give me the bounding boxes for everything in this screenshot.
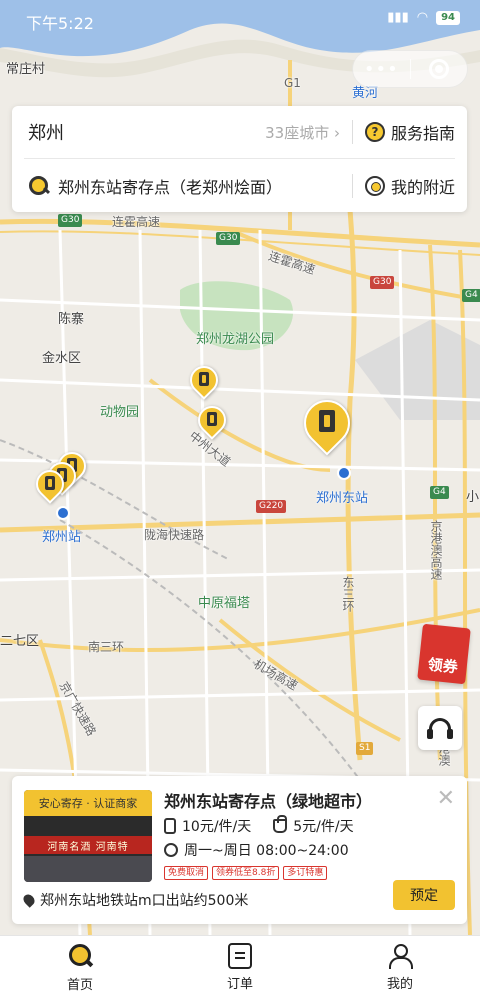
store-address: 郑州东站地铁站m口出站约500米 bbox=[21, 890, 249, 910]
suitcase-icon bbox=[164, 818, 176, 834]
subway-station-icon bbox=[56, 506, 70, 520]
luggage-icon bbox=[319, 410, 335, 432]
search-card: 郑州 33座城市 › ? 服务指南 郑州东站寄存点（老郑州烩面） 我的附近 bbox=[12, 106, 467, 212]
bag-icon bbox=[273, 815, 288, 833]
miniprogram-capsule: ••• bbox=[352, 50, 468, 88]
close-miniprogram-button[interactable] bbox=[410, 59, 467, 79]
store-address-label: 郑州东站地铁站m口出站约500米 bbox=[40, 893, 249, 909]
storage-pin[interactable] bbox=[184, 360, 224, 402]
shield-g30c: G30 bbox=[370, 276, 395, 289]
map-label-nansan: 南三环 bbox=[88, 640, 125, 654]
tab-bar: 首页 订单 我的 bbox=[0, 935, 480, 999]
badge-list: 免费取消 领券低至8.8折 多订特惠 bbox=[164, 866, 328, 880]
price-bag-label: 5元/件/天 bbox=[293, 819, 354, 835]
price-luggage-label: 10元/件/天 bbox=[182, 819, 252, 835]
coupon-label: 领券 bbox=[426, 655, 459, 677]
search-icon bbox=[28, 175, 50, 197]
shield-g30a: G30 bbox=[58, 214, 83, 227]
map-label-zoo: 动物园 bbox=[100, 405, 140, 420]
shield-g4b: G4 bbox=[430, 486, 449, 499]
more-menu-button[interactable]: ••• bbox=[353, 59, 410, 80]
store-name: 郑州东站寄存点（绿地超市） bbox=[164, 792, 373, 811]
coupon-button[interactable]: 领券 bbox=[417, 623, 471, 685]
tab-me-label: 我的 bbox=[386, 977, 413, 992]
divider bbox=[351, 120, 353, 144]
chevron-right-icon: › bbox=[333, 123, 340, 142]
store-floor bbox=[24, 856, 152, 882]
price-luggage: 10元/件/天 bbox=[164, 816, 251, 836]
order-icon bbox=[228, 943, 252, 969]
city-name[interactable]: 郑州 bbox=[28, 119, 265, 145]
map-label-longhai: 陇海快速路 bbox=[144, 528, 205, 542]
tab-home[interactable]: 首页 bbox=[0, 936, 160, 999]
store-sign: 河南名酒 河南特 bbox=[24, 836, 152, 854]
map-label-chenzhai: 陈寨 bbox=[58, 312, 85, 327]
search-row: 郑州东站寄存点（老郑州烩面） 我的附近 bbox=[24, 159, 455, 212]
map-label-erqi: 二七区 bbox=[0, 634, 40, 649]
customer-service-button[interactable] bbox=[418, 706, 462, 750]
nearby-button[interactable]: 我的附近 bbox=[364, 174, 455, 198]
book-button[interactable]: 预定 bbox=[393, 880, 455, 910]
status-time: 下午5:22 bbox=[26, 14, 94, 33]
luggage-icon bbox=[199, 372, 209, 386]
map-label-g1: G1 bbox=[284, 76, 301, 90]
map-label-zhengzhou-station: 郑州站 bbox=[42, 530, 82, 545]
storage-pin[interactable] bbox=[30, 464, 70, 506]
badge-free-cancel: 免费取消 bbox=[164, 866, 209, 880]
badge-coupon: 领券低至8.8折 bbox=[212, 866, 280, 880]
battery-icon: 94 bbox=[436, 10, 460, 25]
map-label-xiao: 小 bbox=[466, 490, 480, 505]
map-label-jinshui: 金水区 bbox=[42, 351, 82, 366]
status-bar: 下午5:22 ▮▮▮ ◠ 94 bbox=[0, 0, 480, 40]
city-row: 郑州 33座城市 › ? 服务指南 bbox=[24, 106, 455, 159]
price-bag: 5元/件/天 bbox=[273, 815, 354, 836]
storage-pin-selected[interactable] bbox=[294, 390, 360, 462]
location-icon bbox=[21, 892, 37, 908]
search-icon bbox=[66, 942, 94, 970]
locate-icon bbox=[364, 175, 385, 196]
map-label-longhu: 郑州龙湖公园 bbox=[196, 332, 275, 347]
shield-g4a: G4 bbox=[462, 289, 480, 302]
store-photo: 安心寄存 · 认证商家 河南名酒 河南特 bbox=[24, 790, 152, 882]
city-count-label: 33座城市 bbox=[265, 123, 330, 142]
signal-icon: ▮▮▮ bbox=[387, 10, 409, 25]
tab-orders[interactable]: 订单 bbox=[160, 936, 320, 999]
store-hours-label: 周一~周日 08:00~24:00 bbox=[184, 843, 349, 859]
headset-icon bbox=[427, 718, 453, 739]
store-card[interactable]: 安心寄存 · 认证商家 河南名酒 河南特 郑州东站寄存点（绿地超市） ✕ 10元… bbox=[12, 776, 467, 924]
map-label-dongsan: 东三环 bbox=[341, 576, 355, 612]
storage-pin[interactable] bbox=[192, 400, 232, 442]
nearby-label: 我的附近 bbox=[390, 177, 455, 197]
wifi-icon: ◠ bbox=[416, 10, 429, 25]
store-tag: 安心寄存 · 认证商家 bbox=[24, 790, 152, 816]
service-guide-button[interactable]: ? 服务指南 bbox=[364, 120, 455, 144]
question-icon: ? bbox=[364, 122, 385, 142]
tab-me[interactable]: 我的 bbox=[320, 936, 480, 999]
store-hours: 周一~周日 08:00~24:00 bbox=[164, 840, 349, 860]
service-guide-label: 服务指南 bbox=[390, 124, 455, 143]
map-label-lianhuo: 连霍高速 bbox=[112, 215, 161, 229]
subway-station-icon bbox=[337, 466, 351, 480]
close-icon[interactable]: ✕ bbox=[437, 786, 455, 811]
search-input[interactable]: 郑州东站寄存点（老郑州烩面） bbox=[58, 174, 352, 198]
city-count-link[interactable]: 33座城市 › bbox=[265, 122, 340, 143]
map-label-changzhuang: 常庄村 bbox=[6, 62, 46, 77]
shield-g220: G220 bbox=[256, 500, 287, 513]
map-label-jinggang: 京港澳高速 bbox=[429, 520, 443, 580]
shield-g30b: G30 bbox=[216, 232, 241, 245]
luggage-icon bbox=[207, 412, 217, 426]
map-label-dongzhan: 郑州东站 bbox=[316, 491, 369, 506]
map-label-fuda: 中原福塔 bbox=[198, 596, 251, 611]
status-icons: ▮▮▮ ◠ 94 bbox=[387, 10, 460, 25]
divider bbox=[351, 173, 353, 198]
tab-orders-label: 订单 bbox=[226, 977, 253, 992]
circle-icon bbox=[428, 59, 449, 79]
badge-multi: 多订特惠 bbox=[283, 866, 328, 880]
luggage-icon bbox=[45, 476, 55, 490]
user-icon bbox=[387, 943, 413, 969]
shield-s1: S1 bbox=[356, 742, 374, 755]
price-row: 10元/件/天 5元/件/天 bbox=[164, 815, 354, 836]
tab-home-label: 首页 bbox=[66, 978, 93, 993]
clock-icon bbox=[164, 843, 178, 857]
